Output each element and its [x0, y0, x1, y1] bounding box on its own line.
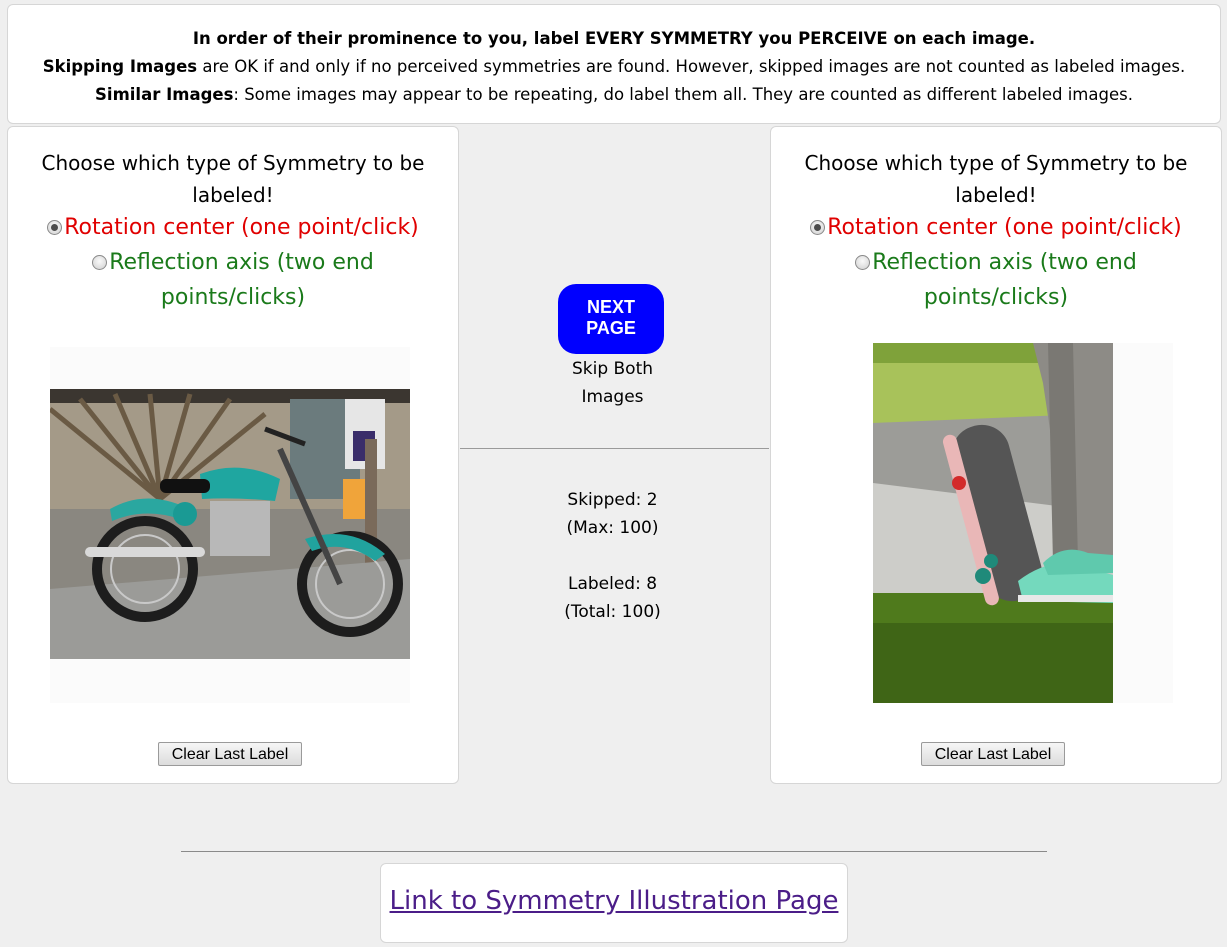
instructions-panel: In order of their prominence to you, lab…: [7, 4, 1221, 124]
symmetry-illustration-link[interactable]: Link to Symmetry Illustration Page: [390, 886, 839, 916]
reflection-radio[interactable]: [92, 255, 108, 270]
rotation-radio[interactable]: [810, 220, 826, 235]
clear-last-label-button[interactable]: Clear Last Label: [921, 742, 1065, 766]
choose-symmetry-text: Choose which type of Symmetry to be labe…: [804, 151, 1188, 207]
next-button-line-2[interactable]: PAGE: [558, 318, 664, 339]
rotation-option-label[interactable]: Rotation center (one point/click): [64, 215, 419, 240]
left-image-panel: Choose which type of Symmetry to be labe…: [7, 126, 459, 784]
skateboard-image[interactable]: [873, 343, 1173, 703]
reflection-option[interactable]: Reflection axis (two end points/clicks): [771, 245, 1221, 315]
right-image-canvas[interactable]: [873, 343, 1173, 703]
clear-last-label-button[interactable]: Clear Last Label: [158, 742, 302, 766]
labeled-count: Labeled: 8: [567, 574, 658, 594]
reflection-option-label[interactable]: Reflection axis (two end points/clicks): [109, 250, 374, 310]
reflection-option[interactable]: Reflection axis (two end points/clicks): [8, 245, 458, 315]
skip-heading: Skipping Images: [42, 57, 198, 76]
similar-heading: Similar Images: [95, 85, 234, 104]
next-button-line-1[interactable]: NEXT: [558, 297, 664, 318]
reflection-radio[interactable]: [855, 255, 871, 270]
instruction-line-1: In order of their prominence to you, lab…: [192, 29, 1036, 48]
skipped-max: (Max: 100): [566, 518, 659, 538]
rotation-radio[interactable]: [47, 220, 63, 235]
footer-divider: [181, 851, 1047, 852]
illustration-link-box: Link to Symmetry Illustration Page: [380, 863, 848, 943]
next-page-button[interactable]: NEXT PAGE: [558, 284, 664, 354]
choose-symmetry-text: Choose which type of Symmetry to be labe…: [41, 151, 425, 207]
skip-label-line-1: Skip Both: [571, 359, 654, 379]
rotation-option-label[interactable]: Rotation center (one point/click): [827, 215, 1182, 240]
instruction-line-3: Similar Images: Some images may appear t…: [95, 85, 1133, 104]
instruction-line-2: Skipping Images are OK if and only if no…: [42, 57, 1186, 76]
skip-both-images-label: Skip Both Images: [545, 355, 680, 411]
motorcycle-image[interactable]: [48, 347, 410, 703]
rotation-option[interactable]: Rotation center (one point/click): [771, 210, 1221, 245]
center-divider: [460, 448, 769, 449]
skipped-count: Skipped: 2: [567, 490, 658, 510]
left-image-canvas[interactable]: [48, 347, 410, 703]
skip-label-line-2: Images: [581, 387, 644, 407]
labeled-total: (Total: 100): [564, 602, 661, 622]
rotation-option[interactable]: Rotation center (one point/click): [8, 210, 458, 245]
right-image-panel: Choose which type of Symmetry to be labe…: [770, 126, 1222, 784]
reflection-option-label[interactable]: Reflection axis (two end points/clicks): [872, 250, 1137, 310]
